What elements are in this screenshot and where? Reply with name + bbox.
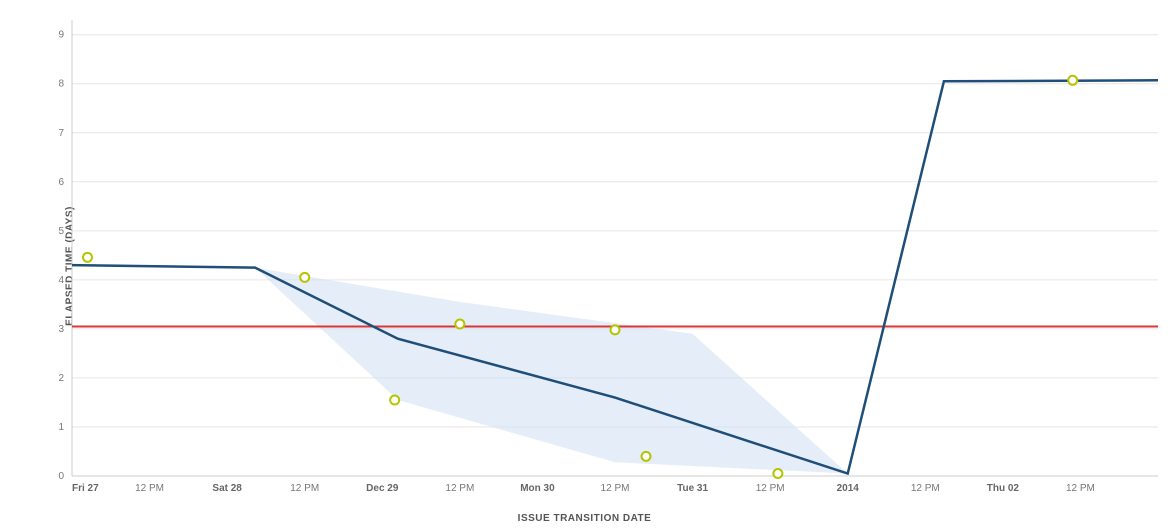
x-tick-label: 12 PM	[135, 483, 164, 494]
y-tick-label: 6	[58, 177, 64, 188]
y-tick-label: 5	[58, 226, 64, 237]
x-tick-label: 12 PM	[1066, 483, 1095, 494]
data-point	[390, 396, 399, 405]
x-tick-label: Sat 28	[212, 483, 242, 494]
x-tick-label: Thu 02	[987, 483, 1020, 494]
y-tick-label: 1	[58, 422, 64, 433]
x-tick-label: 12 PM	[756, 483, 785, 494]
data-point	[300, 273, 309, 282]
x-tick-label: 12 PM	[445, 483, 474, 494]
data-point	[455, 320, 464, 329]
data-point	[642, 452, 651, 461]
x-tick-label: Dec 29	[366, 483, 399, 494]
x-tick-label: Tue 31	[677, 483, 708, 494]
data-point	[1068, 76, 1077, 85]
y-tick-label: 3	[58, 324, 64, 335]
y-tick-label: 2	[58, 373, 64, 384]
x-tick-label: 12 PM	[911, 483, 940, 494]
data-point	[773, 469, 782, 478]
y-tick-label: 9	[58, 30, 64, 41]
data-point	[83, 253, 92, 262]
x-tick-label: 2014	[837, 483, 860, 494]
x-tick-label: Mon 30	[520, 483, 555, 494]
y-tick-label: 0	[58, 471, 64, 482]
y-tick-label: 4	[58, 275, 64, 286]
x-tick-label: 12 PM	[290, 483, 319, 494]
chart-container: ELAPSED TIME (DAYS) ISSUE TRANSITION DAT…	[0, 0, 1169, 532]
x-tick-label: Fri 27	[72, 483, 99, 494]
confidence-band	[255, 268, 848, 474]
data-point	[611, 325, 620, 334]
y-tick-label: 8	[58, 79, 64, 90]
y-tick-label: 7	[58, 128, 64, 139]
chart-svg: 0 1 2 3 4 5 6 7 8 9 Fri 27 12 PM Sat 28 12 PM Dec 29 12…	[0, 0, 1169, 532]
x-tick-label: 12 PM	[601, 483, 630, 494]
